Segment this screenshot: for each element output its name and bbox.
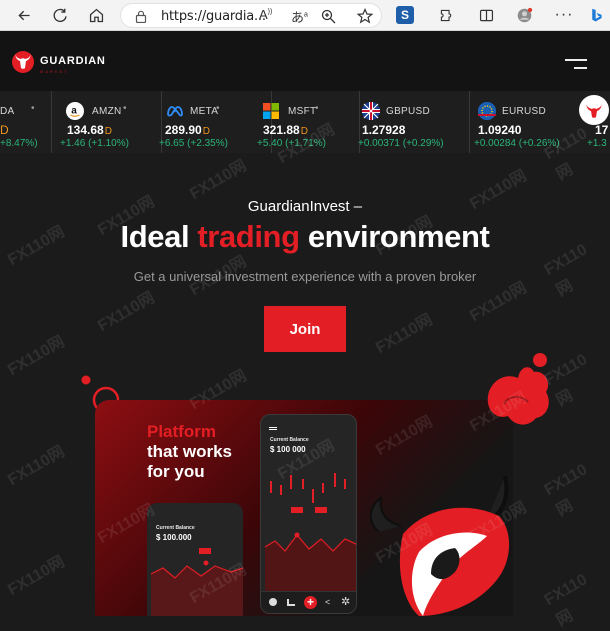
watermark: FX110网 — [5, 333, 68, 380]
ticker-symbol: GBPUSD — [386, 106, 431, 117]
ticker-symbol: DA — [0, 106, 15, 117]
balance-value: $ 100 000 — [270, 445, 306, 454]
share-icon: < — [325, 597, 331, 607]
eu-flag-icon — [478, 102, 496, 120]
watermark: FX110网 — [541, 461, 591, 520]
dot-icon: • — [216, 103, 220, 114]
phone-tabbar: + < ✲ — [261, 591, 356, 613]
ticker-price: 1.27928 — [362, 123, 406, 137]
extensions-icon[interactable] — [434, 4, 458, 26]
dot-icon: • — [123, 103, 127, 114]
pie-chart-icon — [269, 598, 277, 606]
logo-subtext: MARKET — [40, 69, 69, 74]
ticker-item[interactable]: a AMZN • 134.68D +1.46 (+1.10%) — [52, 91, 162, 153]
favorite-icon[interactable] — [357, 8, 373, 24]
svg-text:a: a — [71, 106, 77, 117]
watermark: FX110网 — [373, 311, 436, 358]
ticker-change: +0.00284 (+0.26%) — [474, 138, 560, 149]
watermark: FX110网 — [95, 289, 158, 336]
watermark: FX110网 — [5, 443, 68, 490]
refresh-icon[interactable] — [48, 4, 72, 26]
bull-logo-icon — [579, 95, 609, 125]
ticker-change: +6.65 (+2.35%) — [159, 138, 228, 149]
watermark: FX110网 — [541, 571, 591, 630]
ticker-symbol: AMZN — [92, 106, 122, 117]
hamburger-menu-icon[interactable] — [563, 57, 587, 71]
meta-icon — [166, 102, 184, 120]
phone-mockup-small: Current Balance $ 100.000 — [147, 503, 243, 616]
bull-logo-icon[interactable] — [11, 50, 35, 74]
page-subheadline: Get a universal investment experience wi… — [133, 269, 477, 284]
ticker-item[interactable]: 17 +1.3 — [579, 91, 610, 153]
ticker-change: +1.46 (+1.10%) — [60, 138, 129, 149]
url-text: https://guardia... — [161, 9, 266, 24]
lock-icon[interactable] — [135, 10, 147, 23]
brand-label: GuardianInvest – — [247, 198, 363, 215]
ticker-item[interactable]: GBPUSD 1.27928 +0.00371 (+0.29%) — [358, 91, 470, 153]
ticker-symbol: MSFT — [288, 106, 317, 117]
ticker-item[interactable]: EURUSD 1.09240 +0.00284 (+0.26%) — [474, 91, 586, 153]
ticker-price: 289.90D — [165, 123, 210, 137]
ticker-change: +5.40 (+1.71%) — [257, 138, 326, 149]
ticker-price: 321.88D — [263, 123, 308, 137]
bull-graphic-icon — [369, 475, 510, 616]
ticker-item[interactable]: MSFT • 321.88D +5.40 (+1.71%) — [250, 91, 360, 153]
ticker-change: +1.3 — [587, 138, 607, 149]
logo-text[interactable]: GUARDIAN — [40, 55, 106, 67]
site-header: GUARDIAN MARKET — [0, 31, 610, 91]
back-icon[interactable] — [12, 4, 36, 26]
more-icon[interactable]: ··· — [552, 4, 576, 26]
microsoft-icon — [262, 102, 280, 120]
ticker-price: 134.68D — [67, 123, 112, 137]
balance-label: Current Balance — [270, 437, 309, 443]
ticker-symbol: EURUSD — [502, 106, 547, 117]
chart-icon — [150, 548, 243, 616]
amazon-icon: a — [66, 102, 84, 120]
join-button[interactable]: Join — [264, 306, 346, 352]
ticker-price: D — [0, 123, 9, 137]
page-headline: Ideal trading environment — [120, 219, 490, 254]
ticker-change: +8.47%) — [0, 138, 38, 149]
ticker-symbol: META — [190, 106, 219, 117]
ticker-change: +0.00371 (+0.29%) — [358, 138, 444, 149]
split-screen-icon[interactable] — [474, 4, 498, 26]
home-icon[interactable] — [84, 4, 108, 26]
menu-icon — [269, 427, 277, 430]
bing-icon[interactable] — [584, 4, 608, 26]
dot-icon: • — [31, 103, 35, 114]
uk-flag-icon — [362, 102, 380, 120]
chart-icon — [264, 473, 356, 593]
zoom-icon[interactable] — [321, 9, 336, 24]
translate-icon[interactable]: あa — [291, 7, 308, 26]
phone-mockup-large: Current Balance $ 100 000 + < ✲ — [260, 414, 357, 614]
ticker-price: 17 — [595, 123, 609, 137]
dot-icon: • — [315, 103, 319, 114]
bar-chart-icon — [287, 599, 295, 606]
watermark: FX110网 — [187, 157, 250, 204]
address-bar[interactable]: https://guardia... A)) あa — [120, 3, 382, 28]
watermark: FX110网 — [5, 553, 68, 600]
plus-icon: + — [304, 596, 317, 609]
price-ticker: DA • D +8.47%) a AMZN • 134.68D +1.46 (+… — [0, 91, 610, 153]
gear-icon: ✲ — [341, 596, 351, 608]
paint-splash-icon — [487, 353, 549, 425]
ticker-item[interactable]: DA • D +8.47%) — [0, 91, 52, 153]
ticker-price: 1.09240 — [478, 123, 522, 137]
profile-icon[interactable] — [512, 4, 536, 26]
browser-toolbar: https://guardia... A)) あa S ··· — [0, 0, 610, 31]
balance-value: $ 100.000 — [156, 533, 192, 542]
extension-s-icon[interactable]: S — [396, 6, 414, 24]
balance-label: Current Balance — [156, 525, 195, 531]
platform-title: Platform that works for you — [147, 422, 233, 481]
read-aloud-icon[interactable]: A)) — [259, 7, 272, 22]
